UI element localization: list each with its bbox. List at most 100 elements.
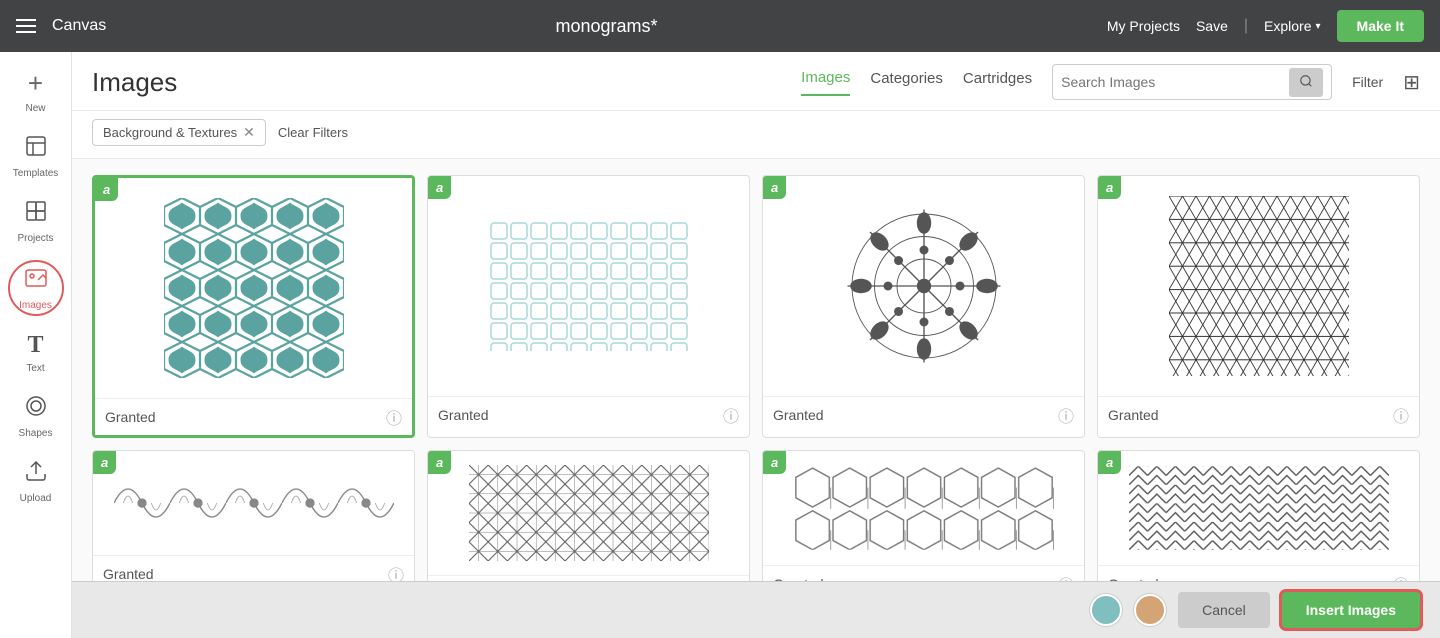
- image-footer-6: Granted ⓘ: [428, 575, 749, 581]
- clear-filters-button[interactable]: Clear Filters: [278, 125, 348, 140]
- nav-divider: |: [1244, 17, 1248, 35]
- search-input[interactable]: [1061, 74, 1289, 90]
- tab-cartridges[interactable]: Cartridges: [963, 70, 1032, 95]
- templates-icon: [24, 134, 48, 164]
- sidebar-item-text[interactable]: T Text: [0, 324, 71, 382]
- nav-right-actions: My Projects Save | Explore ▾ Make It: [1107, 10, 1424, 42]
- image-preview-6: [428, 451, 749, 575]
- project-name: monograms*: [122, 16, 1091, 37]
- color-swatch-1[interactable]: [1090, 594, 1122, 626]
- moroccan-pattern-svg: [154, 198, 354, 378]
- info-icon-1[interactable]: ⓘ: [386, 405, 402, 429]
- tab-images[interactable]: Images: [801, 69, 850, 96]
- image-card-2[interactable]: a Granted ⓘ: [427, 175, 750, 438]
- image-card-4[interactable]: a Granted ⓘ: [1097, 175, 1420, 438]
- crosshatch-svg: [469, 463, 709, 563]
- image-badge-8: a: [1098, 451, 1121, 474]
- image-preview-3: [763, 176, 1084, 396]
- make-it-button[interactable]: Make It: [1337, 10, 1424, 42]
- image-badge-6: a: [428, 451, 451, 474]
- color-swatch-2[interactable]: [1134, 594, 1166, 626]
- image-preview-8: [1098, 451, 1419, 565]
- insert-images-button[interactable]: Insert Images: [1282, 592, 1420, 628]
- triangle-tessellation-svg: [1159, 196, 1359, 376]
- info-icon-3[interactable]: ⓘ: [1058, 403, 1074, 427]
- image-status-4: Granted: [1108, 407, 1159, 423]
- top-navigation: Canvas monograms* My Projects Save | Exp…: [0, 0, 1440, 52]
- sidebar-item-label: Images: [19, 300, 52, 311]
- my-projects-button[interactable]: My Projects: [1107, 18, 1180, 34]
- snowflake-svg: [824, 196, 1024, 376]
- tab-categories[interactable]: Categories: [870, 70, 943, 95]
- image-badge-7: a: [763, 451, 786, 474]
- image-preview-5: [93, 451, 414, 555]
- info-icon-4[interactable]: ⓘ: [1393, 403, 1409, 427]
- active-filter-tag: Background & Textures ✕: [92, 119, 266, 146]
- sidebar-item-images[interactable]: Images: [8, 260, 64, 316]
- info-icon-5[interactable]: ⓘ: [388, 562, 404, 581]
- info-icon-2[interactable]: ⓘ: [723, 403, 739, 427]
- image-grid: a Granted ⓘ: [92, 175, 1420, 581]
- sidebar-item-projects[interactable]: Projects: [0, 191, 71, 252]
- cancel-button[interactable]: Cancel: [1178, 592, 1270, 628]
- image-status-3: Granted: [773, 407, 824, 423]
- sidebar-item-label: Text: [26, 363, 44, 374]
- header-top-row: Images Images Categories Cartridges Filt…: [92, 64, 1420, 100]
- search-button[interactable]: [1289, 68, 1323, 97]
- image-card-6[interactable]: a Granted ⓘ: [427, 450, 750, 581]
- image-card-3[interactable]: a Granted ⓘ: [762, 175, 1085, 438]
- image-grid-container: a Granted ⓘ: [72, 159, 1440, 581]
- image-footer-1: Granted ⓘ: [95, 398, 412, 435]
- upload-icon: [24, 459, 48, 489]
- sidebar-item-label: Shapes: [19, 428, 53, 439]
- text-icon: T: [27, 332, 43, 359]
- page-title: Images: [92, 67, 177, 98]
- image-status-8: Granted: [1108, 576, 1159, 581]
- projects-icon: [24, 199, 48, 229]
- sidebar-item-upload[interactable]: Upload: [0, 451, 71, 512]
- image-card-1[interactable]: a Granted ⓘ: [92, 175, 415, 438]
- image-footer-7: Granted ⓘ: [763, 565, 1084, 581]
- image-card-5[interactable]: a Granted ⓘ: [92, 450, 415, 581]
- grid-dots-svg: [489, 221, 689, 351]
- image-badge-1: a: [95, 178, 118, 201]
- image-preview-1: [95, 178, 412, 398]
- plus-icon: +: [28, 68, 43, 99]
- sidebar-item-label: Templates: [13, 168, 59, 179]
- image-status-7: Granted: [773, 576, 824, 581]
- sidebar: + New Templates Projects Images T Text: [0, 52, 72, 638]
- image-footer-3: Granted ⓘ: [763, 396, 1084, 433]
- search-area: [1052, 64, 1332, 100]
- main-content: Images Images Categories Cartridges Filt…: [72, 52, 1440, 638]
- image-status-2: Granted: [438, 407, 489, 423]
- image-preview-2: [428, 176, 749, 396]
- image-card-7[interactable]: a Granted ⓘ: [762, 450, 1085, 581]
- hamburger-menu[interactable]: [16, 19, 36, 33]
- image-badge-5: a: [93, 451, 116, 474]
- info-icon-8[interactable]: ⓘ: [1393, 572, 1409, 581]
- image-badge-3: a: [763, 176, 786, 199]
- sidebar-item-new[interactable]: + New: [8, 60, 64, 122]
- image-footer-8: Granted ⓘ: [1098, 565, 1419, 581]
- sidebar-item-templates[interactable]: Templates: [0, 126, 71, 187]
- sidebar-item-shapes[interactable]: Shapes: [0, 386, 71, 447]
- sidebar-item-label: Projects: [17, 233, 53, 244]
- image-preview-4: [1098, 176, 1419, 396]
- filter-button[interactable]: Filter: [1352, 74, 1383, 90]
- flourish-border-svg: [114, 463, 394, 543]
- grid-view-icon[interactable]: ⊞: [1403, 70, 1420, 95]
- image-footer-2: Granted ⓘ: [428, 396, 749, 433]
- info-icon-7[interactable]: ⓘ: [1058, 572, 1074, 581]
- image-card-8[interactable]: a Granted ⓘ: [1097, 450, 1420, 581]
- chevron-down-icon: ▾: [1316, 21, 1321, 32]
- remove-filter-icon[interactable]: ✕: [243, 124, 255, 141]
- save-button[interactable]: Save: [1196, 18, 1228, 34]
- header-nav: Images Categories Cartridges Filter ⊞: [801, 64, 1420, 100]
- image-status-5: Granted: [103, 566, 154, 581]
- image-footer-5: Granted ⓘ: [93, 555, 414, 581]
- app-title: Canvas: [52, 17, 106, 35]
- chevron-pattern-svg: [1129, 463, 1389, 553]
- search-box: [1052, 64, 1332, 100]
- explore-button[interactable]: Explore ▾: [1264, 18, 1321, 34]
- bottom-bar: Cancel Insert Images: [72, 581, 1440, 638]
